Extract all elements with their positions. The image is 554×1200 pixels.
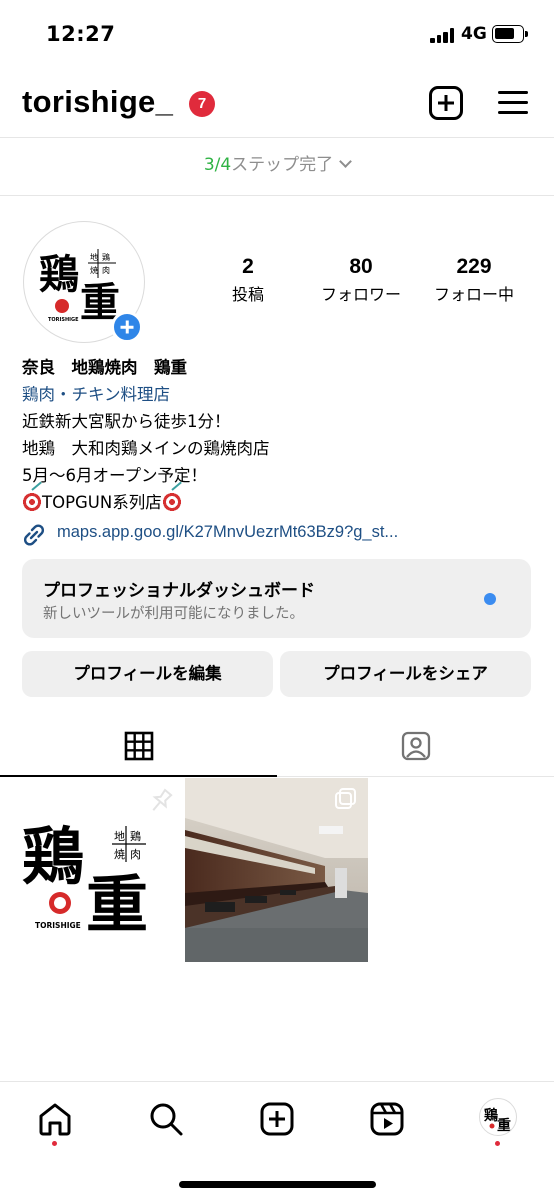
dashboard-title: プロフェッショナルダッシュボード bbox=[43, 581, 315, 601]
followers-count: 80 bbox=[349, 255, 373, 278]
status-bar: 12:27 4G bbox=[0, 0, 554, 70]
bio-line: 5月〜6月オープン予定！ bbox=[22, 466, 208, 485]
network-label: 4G bbox=[461, 24, 487, 44]
stat-followers[interactable]: 80 フォロワー bbox=[306, 255, 416, 305]
profile-avatar-icon: 鶏 重 bbox=[484, 1107, 511, 1134]
tab-posts-grid[interactable] bbox=[0, 722, 277, 777]
edit-profile-button[interactable]: プロフィールを編集 bbox=[22, 651, 273, 697]
svg-text:重: 重 bbox=[86, 868, 148, 941]
bio-affiliation: TOPGUN系列店 bbox=[42, 493, 162, 512]
link-url[interactable]: maps.app.goo.gl/K27MnvUezrMt63Bz9?g_st..… bbox=[57, 523, 398, 542]
username[interactable]: torishige_ bbox=[22, 84, 173, 120]
profile-tab-avatar[interactable]: 鶏 重 bbox=[479, 1098, 517, 1136]
profile-link[interactable]: maps.app.goo.gl/K27MnvUezrMt63Bz9?g_st..… bbox=[22, 521, 542, 549]
multi-photo-icon bbox=[335, 788, 357, 810]
svg-text:肉: 肉 bbox=[102, 265, 110, 275]
notification-badge[interactable]: 7 bbox=[189, 91, 215, 117]
new-indicator-dot bbox=[484, 593, 496, 605]
profile-bio: 奈良 地鶏焼肉 鶏重 鶏肉・チキン料理店 近鉄新大宮駅から徒歩1分！ 地鶏 大和… bbox=[22, 354, 542, 516]
progress-label: ステップ完了 bbox=[231, 155, 334, 175]
svg-text:鶏: 鶏 bbox=[130, 829, 141, 843]
bio-line: 近鉄新大宮駅から徒歩1分！ bbox=[22, 412, 231, 431]
followers-label: フォロワー bbox=[320, 285, 401, 304]
stat-posts[interactable]: 2 投稿 bbox=[228, 255, 268, 305]
bio-line: 地鶏 大和肉鶏メインの鶏焼肉店 bbox=[22, 439, 270, 458]
tagged-icon bbox=[401, 731, 431, 761]
post-thumbnail-interior[interactable] bbox=[185, 778, 368, 962]
svg-text:焼: 焼 bbox=[114, 848, 125, 861]
svg-text:鶏: 鶏 bbox=[484, 1107, 498, 1124]
status-time: 12:27 bbox=[46, 22, 116, 46]
posts-label: 投稿 bbox=[231, 285, 264, 304]
svg-text:TORISHIGE: TORISHIGE bbox=[35, 921, 81, 930]
pin-icon bbox=[152, 788, 173, 811]
following-label: フォロー中 bbox=[433, 285, 514, 304]
svg-text:地: 地 bbox=[114, 830, 125, 843]
search-icon[interactable] bbox=[148, 1101, 184, 1137]
svg-text:重: 重 bbox=[497, 1117, 511, 1134]
svg-text:肉: 肉 bbox=[130, 848, 141, 861]
svg-text:鶏: 鶏 bbox=[22, 820, 84, 893]
home-icon[interactable] bbox=[37, 1101, 73, 1137]
dart-icon bbox=[22, 492, 42, 512]
logo-char-1: 鶏 bbox=[39, 251, 79, 298]
signal-icon bbox=[430, 27, 456, 43]
dashboard-subtitle: 新しいツールが利用可能になりました。 bbox=[43, 606, 304, 622]
home-indicator bbox=[179, 1181, 376, 1188]
post-thumbnail-logo[interactable]: 鶏 重 地 鶏 焼 肉 TORISHIGE bbox=[0, 778, 183, 962]
svg-text:TORISHIGE: TORISHIGE bbox=[48, 317, 79, 323]
setup-progress[interactable]: 3/4ステップ完了 bbox=[0, 139, 554, 196]
progress-count: 3/4 bbox=[203, 155, 232, 175]
stat-following[interactable]: 229 フォロー中 bbox=[422, 255, 526, 305]
create-icon[interactable] bbox=[259, 1101, 295, 1137]
share-profile-button[interactable]: プロフィールをシェア bbox=[280, 651, 531, 697]
professional-dashboard[interactable]: プロフェッショナルダッシュボード 新しいツールが利用可能になりました。 bbox=[22, 559, 531, 638]
following-count: 229 bbox=[456, 255, 492, 278]
posts-count: 2 bbox=[242, 255, 254, 278]
add-story-button[interactable] bbox=[111, 311, 143, 343]
profile-category[interactable]: 鶏肉・チキン料理店 bbox=[22, 381, 542, 408]
svg-text:地: 地 bbox=[90, 252, 98, 262]
profile-header: torishige_ 7 bbox=[0, 70, 554, 138]
create-post-button[interactable] bbox=[429, 86, 463, 120]
profile-name: 奈良 地鶏焼肉 鶏重 bbox=[22, 358, 187, 377]
chevron-down-icon bbox=[339, 155, 353, 168]
menu-icon[interactable] bbox=[498, 88, 530, 118]
grid-icon bbox=[124, 731, 154, 761]
profile-notification-dot bbox=[495, 1141, 500, 1146]
dart-icon bbox=[161, 492, 182, 512]
svg-text:鶏: 鶏 bbox=[102, 252, 110, 262]
home-notification-dot bbox=[52, 1141, 57, 1146]
battery-icon bbox=[492, 25, 528, 43]
reels-icon[interactable] bbox=[369, 1101, 405, 1137]
svg-text:焼: 焼 bbox=[90, 266, 98, 275]
link-icon bbox=[23, 524, 45, 546]
tab-tagged[interactable] bbox=[277, 722, 554, 777]
bio-line-last: TOPGUN系列店 bbox=[22, 489, 542, 516]
bottom-navigation: 鶏 重 bbox=[0, 1081, 554, 1200]
